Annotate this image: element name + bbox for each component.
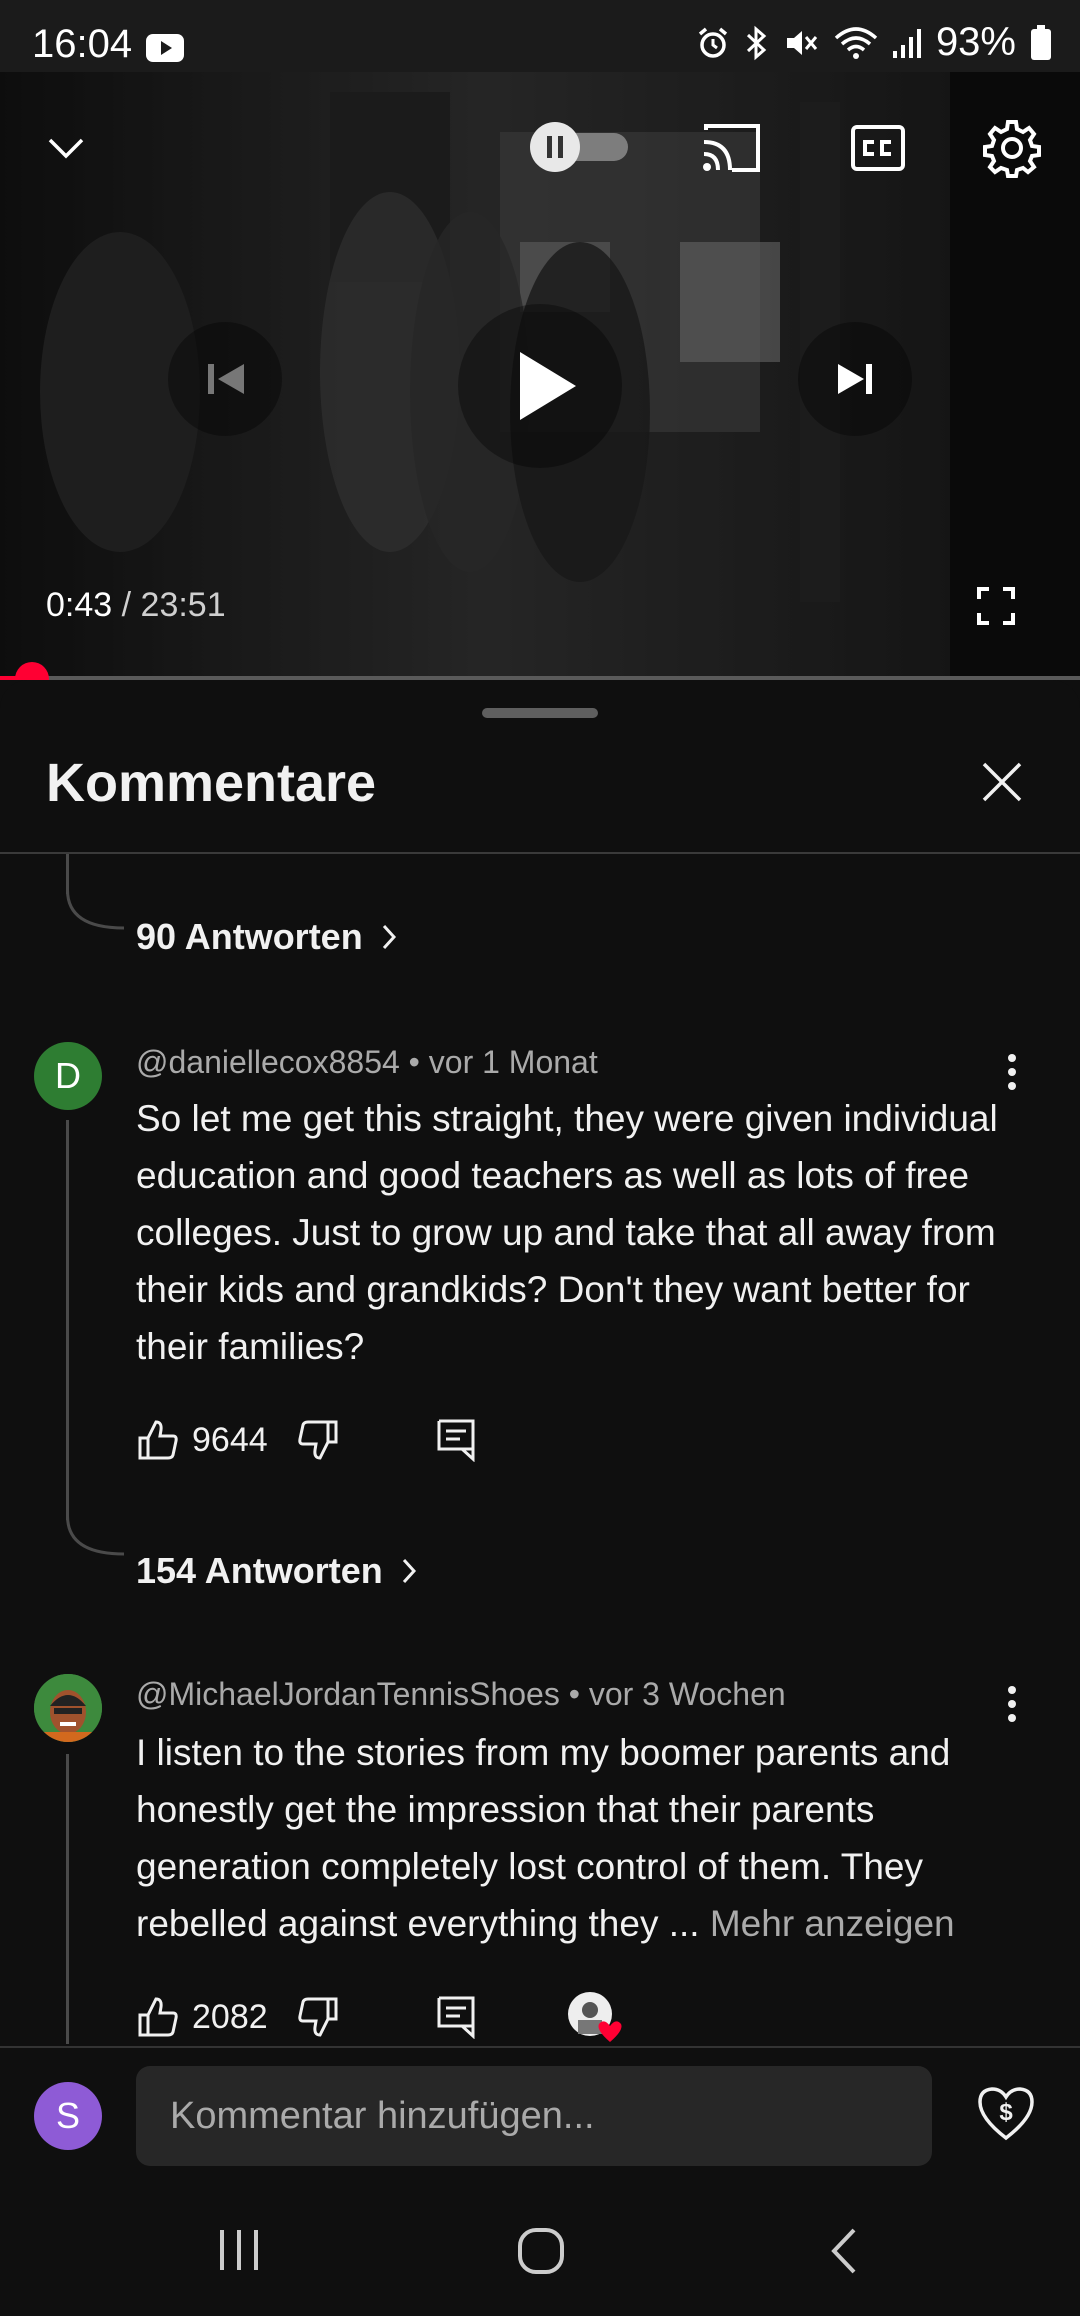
time-current: 0:43 (46, 586, 113, 624)
comment-author[interactable]: @daniellecox8854 (136, 1044, 400, 1080)
comment-input[interactable] (136, 2066, 932, 2166)
comment-body: So let me get this straight, they were g… (136, 1098, 998, 1367)
avatar-image (34, 1674, 102, 1742)
playback-time: 0:43 / 23:51 (46, 586, 226, 625)
creator-heart-icon (566, 1990, 622, 2044)
recent-apps-icon[interactable] (214, 2226, 264, 2274)
captions-icon[interactable] (850, 124, 906, 172)
time-separator: / (121, 586, 132, 624)
comment-actions: 9644 (136, 1418, 476, 1462)
back-icon[interactable] (824, 2226, 864, 2276)
autoplay-toggle-icon[interactable] (528, 120, 632, 174)
drag-handle[interactable] (482, 708, 598, 718)
replies-link[interactable]: 90 Antworten (136, 916, 397, 958)
wifi-icon (834, 26, 878, 60)
bluetooth-icon (744, 25, 770, 61)
comment-age: vor 3 Wochen (588, 1676, 786, 1712)
comment-meta: @MichaelJordanTennisShoes • vor 3 Wochen (136, 1676, 786, 1713)
reply-icon[interactable] (436, 1995, 476, 2039)
thread-line (66, 854, 69, 894)
comment-author[interactable]: @MichaelJordanTennisShoes (136, 1676, 560, 1712)
replies-link[interactable]: 154 Antworten (136, 1550, 417, 1592)
time-total: 23:51 (140, 586, 226, 624)
status-bar: 16:04 93% (0, 0, 1080, 72)
comment-composer: S $ (0, 2046, 1080, 2188)
comment-text: I listen to the stories from my boomer p… (136, 1724, 1016, 1952)
play-icon[interactable] (458, 304, 622, 468)
show-more-link[interactable]: Mehr anzeigen (710, 1903, 955, 1944)
chevron-right-icon (401, 1557, 417, 1585)
next-icon[interactable] (798, 322, 912, 436)
user-avatar[interactable]: S (34, 2082, 102, 2150)
battery-percent: 93% (935, 20, 1016, 64)
comment-actions: 2082 (136, 1990, 622, 2044)
replies-count: 90 Antworten (136, 916, 363, 957)
more-vert-icon[interactable] (996, 1048, 1028, 1096)
alarm-icon (696, 26, 730, 60)
status-time: 16:04 (32, 22, 133, 66)
chevron-down-icon[interactable] (44, 126, 88, 170)
comment-age: vor 1 Monat (428, 1044, 598, 1080)
fullscreen-icon[interactable] (976, 586, 1016, 626)
avatar[interactable]: D (34, 1042, 102, 1110)
cast-icon[interactable] (700, 122, 762, 174)
youtube-icon (146, 34, 184, 62)
video-player[interactable]: 0:43 / 23:51 (0, 72, 1080, 680)
like-icon[interactable] (136, 1995, 180, 2039)
replies-count: 154 Antworten (136, 1550, 383, 1591)
comment-text: So let me get this straight, they were g… (136, 1090, 1016, 1375)
meta-separator: • (568, 1676, 580, 1712)
battery-icon (1030, 24, 1052, 61)
settings-gear-icon[interactable] (982, 118, 1042, 178)
signal-icon (892, 27, 922, 59)
mute-icon (784, 26, 820, 60)
dislike-icon[interactable] (296, 1995, 340, 2039)
like-count: 9644 (192, 1420, 268, 1459)
comment-meta: @daniellecox8854 • vor 1 Monat (136, 1044, 598, 1081)
thread-line (66, 1754, 69, 2044)
thread-line (66, 1120, 69, 1520)
like-count: 2082 (192, 1997, 268, 2036)
super-thanks-icon[interactable]: $ (976, 2084, 1036, 2144)
thread-curve (66, 1516, 125, 1556)
meta-separator: • (408, 1044, 420, 1080)
thread-curve (66, 890, 125, 930)
svg-text:$: $ (999, 2099, 1013, 2126)
status-icons: 93% (696, 20, 1052, 65)
home-icon[interactable] (516, 2226, 566, 2276)
like-icon[interactable] (136, 1418, 180, 1462)
avatar[interactable] (34, 1674, 102, 1742)
close-icon[interactable] (980, 760, 1044, 824)
previous-icon[interactable] (168, 322, 282, 436)
comments-title: Kommentare (46, 753, 377, 813)
header-divider (0, 852, 1080, 854)
system-nav-bar (0, 2186, 1080, 2316)
dislike-icon[interactable] (296, 1418, 340, 1462)
more-vert-icon[interactable] (996, 1680, 1028, 1728)
reply-icon[interactable] (436, 1418, 476, 1462)
chevron-right-icon (381, 923, 397, 951)
